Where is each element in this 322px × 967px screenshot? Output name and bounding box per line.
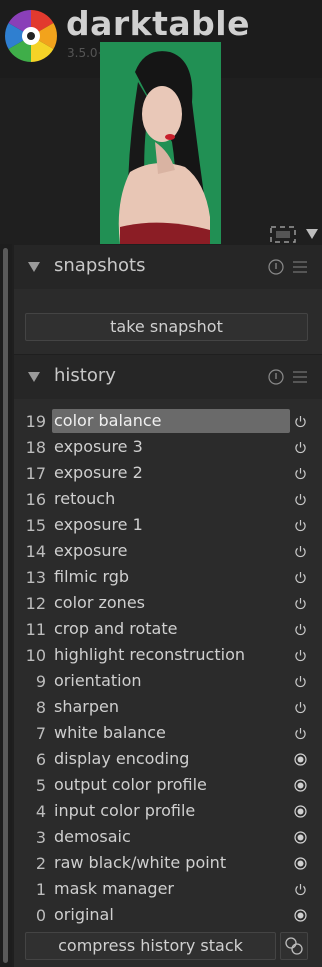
power-icon: [295, 442, 306, 454]
always-on-icon: [294, 857, 307, 870]
reset-icon[interactable]: [268, 369, 284, 385]
power-icon: [295, 598, 306, 610]
history-item-label[interactable]: sharpen: [52, 695, 290, 719]
snapshots-title: snapshots: [54, 255, 146, 276]
history-item-label[interactable]: filmic rgb: [52, 565, 290, 589]
history-item[interactable]: 17 exposure 2: [14, 461, 322, 487]
history-item[interactable]: 1 mask manager: [14, 877, 322, 903]
power-icon: [295, 520, 306, 532]
history-header[interactable]: history: [14, 355, 322, 399]
history-item-label[interactable]: orientation: [52, 669, 290, 693]
power-icon: [295, 468, 306, 480]
history-item[interactable]: 12 color zones: [14, 591, 322, 617]
power-icon: [295, 702, 306, 714]
history-item[interactable]: 0 original: [14, 903, 322, 929]
history-item[interactable]: 15 exposure 1: [14, 513, 322, 539]
history-item[interactable]: 18 exposure 3: [14, 435, 322, 461]
history-item-number: 9: [35, 672, 46, 691]
history-item-label[interactable]: output color profile: [52, 773, 290, 797]
history-item-label[interactable]: input color profile: [52, 799, 290, 823]
history-item-number: 5: [35, 776, 46, 795]
always-on-icon: [294, 831, 307, 844]
history-item-number: 13: [25, 568, 46, 587]
history-item-number: 17: [25, 464, 46, 483]
history-item-label[interactable]: color zones: [52, 591, 290, 615]
history-item[interactable]: 7 white balance: [14, 721, 322, 747]
history-item-label[interactable]: original: [52, 903, 290, 927]
history-item-number: 7: [35, 724, 46, 743]
history-item-number: 18: [25, 438, 46, 457]
history-item-number: 8: [35, 698, 46, 717]
history-item[interactable]: 14 exposure: [14, 539, 322, 565]
history-item[interactable]: 5 output color profile: [14, 773, 322, 799]
history-item[interactable]: 8 sharpen: [14, 695, 322, 721]
create-style-icon: [285, 937, 303, 955]
history-item-label[interactable]: demosaic: [52, 825, 290, 849]
history-item[interactable]: 6 display encoding: [14, 747, 322, 773]
always-on-icon: [294, 779, 307, 792]
power-icon: [295, 494, 306, 506]
history-item-number: 0: [35, 906, 46, 925]
history-item-number: 12: [25, 594, 46, 613]
take-snapshot-button[interactable]: take snapshot: [25, 313, 308, 341]
collapse-triangle-icon: [28, 372, 40, 382]
reset-icon[interactable]: [268, 259, 284, 275]
history-compare-button[interactable]: [280, 932, 308, 960]
history-item-label[interactable]: crop and rotate: [52, 617, 290, 641]
history-item-number: 2: [35, 854, 46, 873]
power-icon: [295, 650, 306, 662]
history-item[interactable]: 16 retouch: [14, 487, 322, 513]
history-item[interactable]: 4 input color profile: [14, 799, 322, 825]
history-item-label[interactable]: exposure 3: [52, 435, 290, 459]
always-on-icon: [294, 753, 307, 766]
history-item-label[interactable]: highlight reconstruction: [52, 643, 290, 667]
history-item-number: 16: [25, 490, 46, 509]
image-thumbnail[interactable]: [100, 42, 221, 244]
history-item-number: 15: [25, 516, 46, 535]
history-item[interactable]: 13 filmic rgb: [14, 565, 322, 591]
focus-peaking-icon[interactable]: [270, 226, 296, 243]
power-icon: [295, 728, 306, 740]
history-item-number: 14: [25, 542, 46, 561]
power-icon: [295, 884, 306, 896]
history-item-label[interactable]: mask manager: [52, 877, 290, 901]
history-item-label[interactable]: color balance: [52, 409, 290, 433]
panel-scrollbar-thumb[interactable]: [3, 248, 8, 963]
history-item[interactable]: 11 crop and rotate: [14, 617, 322, 643]
history-item-number: 1: [35, 880, 46, 899]
history-item-label[interactable]: display encoding: [52, 747, 290, 771]
app-title: darktable: [66, 4, 250, 43]
history-item[interactable]: 10 highlight reconstruction: [14, 643, 322, 669]
history-item[interactable]: 9 orientation: [14, 669, 322, 695]
history-item-label[interactable]: exposure 2: [52, 461, 290, 485]
history-item[interactable]: 2 raw black/white point: [14, 851, 322, 877]
snapshots-header[interactable]: snapshots: [14, 245, 322, 289]
history-item[interactable]: 19 color balance: [14, 409, 322, 435]
power-icon: [295, 416, 306, 428]
history-item-label[interactable]: raw black/white point: [52, 851, 290, 875]
history-item-number: 10: [25, 646, 46, 665]
history-item-label[interactable]: exposure: [52, 539, 290, 563]
history-item-label[interactable]: retouch: [52, 487, 290, 511]
always-on-icon: [294, 909, 307, 922]
history-title: history: [54, 365, 116, 386]
presets-menu-icon[interactable]: [293, 260, 307, 274]
compress-history-button[interactable]: compress history stack: [25, 932, 276, 960]
presets-menu-icon[interactable]: [293, 370, 307, 384]
chevron-down-icon[interactable]: [305, 228, 319, 240]
history-item-number: 4: [35, 802, 46, 821]
history-item-number: 3: [35, 828, 46, 847]
always-on-icon: [294, 805, 307, 818]
power-icon: [295, 572, 306, 584]
power-icon: [295, 546, 306, 558]
history-item-number: 11: [25, 620, 46, 639]
history-item[interactable]: 3 demosaic: [14, 825, 322, 851]
power-icon: [295, 676, 306, 688]
collapse-triangle-icon: [28, 262, 40, 272]
power-icon: [295, 624, 306, 636]
history-item-number: 6: [35, 750, 46, 769]
history-item-number: 19: [25, 412, 46, 431]
history-item-label[interactable]: white balance: [52, 721, 290, 745]
history-item-label[interactable]: exposure 1: [52, 513, 290, 537]
